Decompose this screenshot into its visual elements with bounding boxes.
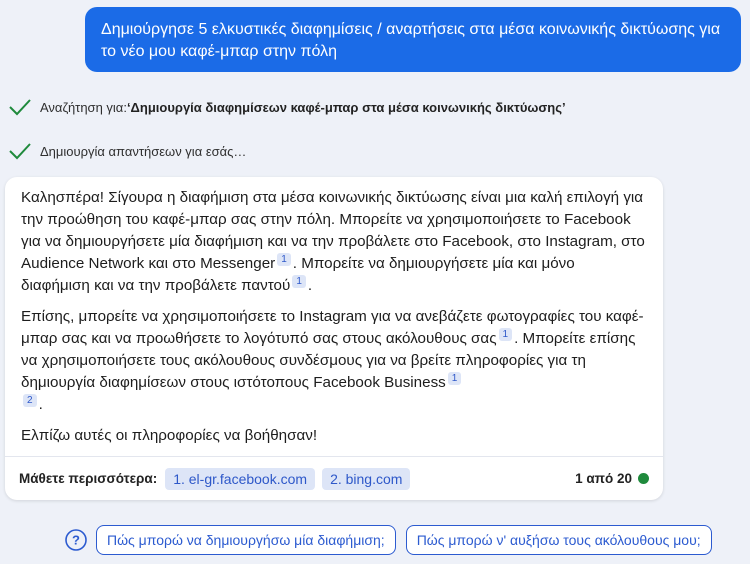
turn-counter: 1 από 20 [575, 471, 649, 486]
source-link-facebook[interactable]: 1. el-gr.facebook.com [165, 467, 316, 490]
answer-text: . [307, 277, 313, 295]
search-query: ‘Δημιουργία διαφημίσεων καφέ-μπαρ στα μέ… [126, 99, 566, 115]
search-status: Αναζήτηση για: ‘Δημιουργία διαφημίσεων κ… [8, 97, 566, 117]
learn-more-label: Μάθετε περισσότερα: [19, 471, 158, 486]
answer-paragraph: Καλησπέρα! Σίγουρα η διαφήμιση στα μέσα … [21, 187, 647, 297]
learn-more-bar: Μάθετε περισσότερα: 1. el-gr.facebook.co… [5, 456, 663, 500]
user-message-text: Δημιούργησε 5 ελκυστικές διαφημίσεις / α… [101, 21, 721, 60]
generating-status: Δημιουργία απαντήσεων για εσάς… [8, 141, 246, 161]
answer-paragraph: Ελπίζω αυτές οι πληροφορίες να βοήθησαν! [21, 425, 647, 447]
answer-text: Ελπίζω αυτές οι πληροφορίες να βοήθησαν! [21, 427, 318, 445]
suggestion-button[interactable]: Πώς μπορώ να δημιουργήσω μία διαφήμιση; [96, 525, 396, 555]
citation-link[interactable]: 1 [277, 253, 291, 266]
citation-link[interactable]: 2 [23, 394, 37, 408]
citation-link[interactable]: 1 [498, 328, 513, 342]
check-icon [9, 99, 31, 116]
question-circle-icon[interactable]: ? [64, 528, 88, 552]
svg-text:?: ? [72, 533, 80, 548]
user-message-bubble: Δημιούργησε 5 ελκυστικές διαφημίσεις / α… [85, 7, 741, 72]
answer-text: . [38, 396, 43, 414]
suggestions-row: ? Πώς μπορώ να δημιουργήσω μία διαφήμιση… [64, 525, 722, 555]
answer-body: Καλησπέρα! Σίγουρα η διαφήμιση στα μέσα … [5, 177, 663, 447]
check-icon [9, 143, 31, 160]
answer-card: Καλησπέρα! Σίγουρα η διαφήμιση στα μέσα … [5, 177, 663, 500]
search-prefix: Αναζήτηση για: [40, 99, 127, 115]
turn-counter-text: 1 από 20 [575, 471, 632, 486]
citation-link[interactable]: 1 [447, 372, 462, 386]
status-dot [638, 473, 649, 484]
answer-paragraph: Επίσης, μπορείτε να χρησιμοποιήσετε το I… [21, 306, 647, 416]
generating-text: Δημιουργία απαντήσεων για εσάς… [40, 143, 247, 159]
source-link-bing[interactable]: 2. bing.com [322, 467, 411, 490]
citation-link[interactable]: 1 [292, 275, 306, 289]
suggestion-button[interactable]: Πώς μπορώ ν' αυξήσω τους ακόλουθους μου; [405, 525, 712, 555]
